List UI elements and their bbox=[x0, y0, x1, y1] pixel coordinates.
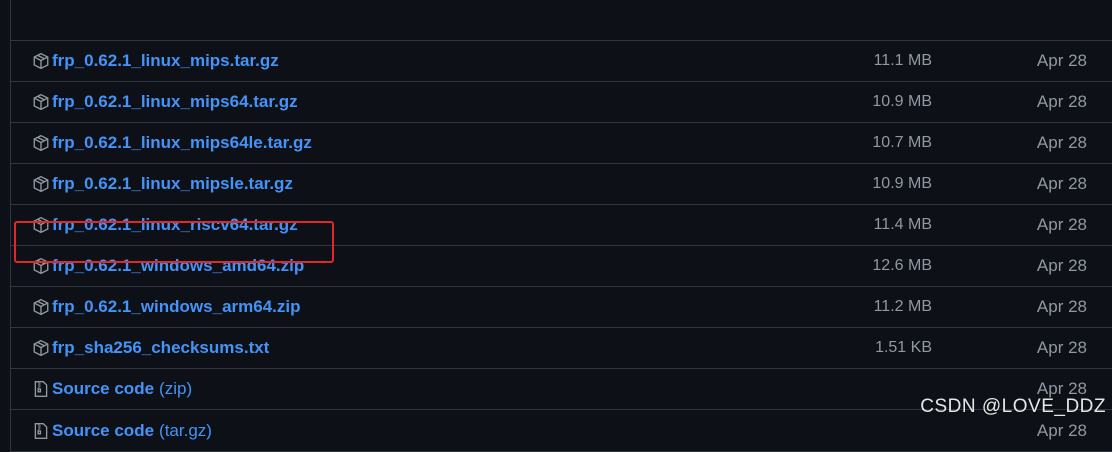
release-assets-list: frp_0.62.1_linux_mips.tar.gz 11.1 MB Apr… bbox=[10, 0, 1112, 452]
asset-name: frp_0.62.1_linux_mips64le.tar.gz bbox=[52, 133, 312, 153]
asset-download-link[interactable]: frp_0.62.1_linux_mipsle.tar.gz bbox=[32, 164, 293, 204]
asset-size: 11.2 MB bbox=[874, 287, 932, 327]
asset-name: frp_0.62.1_linux_mipsle.tar.gz bbox=[52, 174, 293, 194]
asset-row: frp_0.62.1_linux_mips64le.tar.gz 10.7 MB… bbox=[11, 123, 1112, 164]
asset-download-link[interactable]: frp_0.62.1_linux_mips64le.tar.gz bbox=[32, 123, 312, 163]
source-code-format: (zip) bbox=[159, 379, 192, 399]
asset-size: 10.9 MB bbox=[872, 82, 932, 122]
file-zip-icon bbox=[32, 422, 50, 440]
asset-size: 10.7 MB bbox=[872, 123, 932, 163]
asset-download-link[interactable]: frp_sha256_checksums.txt bbox=[32, 328, 269, 368]
package-icon bbox=[32, 52, 50, 70]
package-icon bbox=[32, 298, 50, 316]
asset-name: frp_sha256_checksums.txt bbox=[52, 338, 269, 358]
asset-date: Apr 28 bbox=[1037, 82, 1087, 122]
asset-name: frp_0.62.1_linux_riscv64.tar.gz bbox=[52, 215, 298, 235]
asset-date: Apr 28 bbox=[1037, 246, 1087, 286]
file-zip-icon bbox=[32, 380, 50, 398]
asset-date: Apr 28 bbox=[1037, 164, 1087, 204]
asset-row: frp_0.62.1_linux_riscv64.tar.gz 11.4 MB … bbox=[11, 205, 1112, 246]
asset-name: frp_0.62.1_linux_mips64.tar.gz bbox=[52, 92, 298, 112]
asset-date: Apr 28 bbox=[1037, 287, 1087, 327]
asset-name: frp_0.62.1_windows_amd64.zip bbox=[52, 256, 304, 276]
source-code-zip-link[interactable]: Source code (zip) bbox=[32, 369, 192, 409]
asset-row: frp_0.62.1_windows_arm64.zip 11.2 MB Apr… bbox=[11, 287, 1112, 328]
asset-download-link[interactable]: frp_0.62.1_linux_mips.tar.gz bbox=[32, 41, 279, 81]
source-code-label: Source code bbox=[52, 379, 154, 399]
asset-row: frp_0.62.1_windows_amd64.zip 12.6 MB Apr… bbox=[11, 246, 1112, 287]
asset-row: frp_0.62.1_linux_mips64.tar.gz 10.9 MB A… bbox=[11, 82, 1112, 123]
asset-name: frp_0.62.1_linux_mips.tar.gz bbox=[52, 51, 279, 71]
asset-size: 10.9 MB bbox=[872, 164, 932, 204]
source-code-targz-link[interactable]: Source code (tar.gz) bbox=[32, 410, 212, 451]
asset-download-link[interactable]: frp_0.62.1_linux_mips64.tar.gz bbox=[32, 82, 298, 122]
asset-download-link[interactable]: frp_0.62.1_linux_riscv64.tar.gz bbox=[32, 205, 298, 245]
asset-size: 12.6 MB bbox=[872, 246, 932, 286]
package-icon bbox=[32, 175, 50, 193]
asset-row: frp_0.62.1_linux_mipsle.tar.gz 10.9 MB A… bbox=[11, 164, 1112, 205]
package-icon bbox=[32, 216, 50, 234]
watermark: CSDN @LOVE_DDZ bbox=[920, 396, 1106, 418]
asset-download-link[interactable]: frp_0.62.1_windows_arm64.zip bbox=[32, 287, 301, 327]
asset-date: Apr 28 bbox=[1037, 328, 1087, 368]
asset-row: frp_0.62.1_linux_mips.tar.gz 11.1 MB Apr… bbox=[11, 41, 1112, 82]
package-icon bbox=[32, 134, 50, 152]
package-icon bbox=[32, 93, 50, 111]
asset-name: frp_0.62.1_windows_arm64.zip bbox=[52, 297, 301, 317]
package-icon bbox=[32, 257, 50, 275]
asset-download-link[interactable]: frp_0.62.1_windows_amd64.zip bbox=[32, 246, 304, 286]
asset-size: 11.4 MB bbox=[874, 205, 932, 245]
asset-date: Apr 28 bbox=[1037, 41, 1087, 81]
package-icon bbox=[32, 339, 50, 357]
asset-date: Apr 28 bbox=[1037, 205, 1087, 245]
asset-row-cut-off bbox=[11, 0, 1112, 41]
asset-size: 1.51 KB bbox=[875, 328, 932, 368]
asset-date: Apr 28 bbox=[1037, 123, 1087, 163]
asset-row: frp_sha256_checksums.txt 1.51 KB Apr 28 bbox=[11, 328, 1112, 369]
asset-size: 11.1 MB bbox=[874, 41, 932, 81]
